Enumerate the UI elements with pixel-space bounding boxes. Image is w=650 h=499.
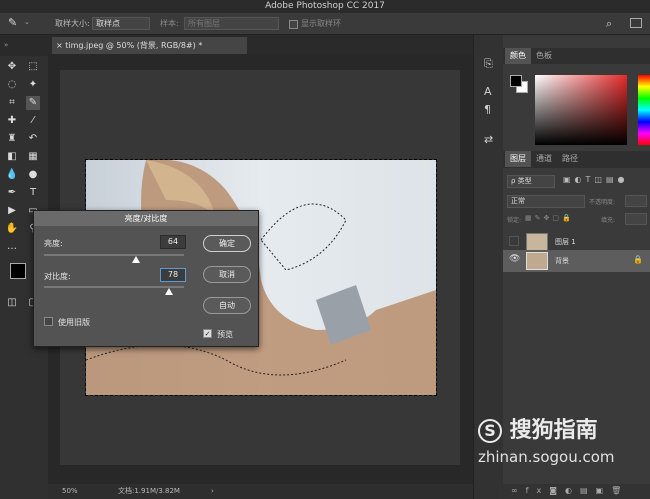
auto-button[interactable]: 自动 bbox=[203, 297, 251, 314]
watermark-url: zhinan.sogou.com bbox=[478, 448, 615, 466]
dialog-title: 亮度/对比度 bbox=[34, 211, 258, 226]
watermark-brand: S 搜狗指南 bbox=[478, 412, 598, 444]
marquee-tool-icon[interactable]: ⬚ bbox=[26, 60, 40, 74]
fill-field[interactable] bbox=[625, 213, 647, 225]
type-tool-icon[interactable]: T bbox=[26, 186, 40, 200]
lock-icons[interactable]: ▦✎✥▢🔒 bbox=[525, 214, 574, 222]
gradient-tool-icon[interactable]: ▦ bbox=[26, 150, 40, 164]
workspace-icon[interactable] bbox=[630, 18, 642, 28]
tool-preset-chevron-icon[interactable]: ⌄ bbox=[24, 18, 30, 26]
adjustments-panel-icon[interactable]: ⇄ bbox=[484, 133, 493, 146]
status-arrow-icon[interactable]: › bbox=[211, 484, 214, 499]
use-legacy-checkbox[interactable] bbox=[44, 317, 53, 326]
paragraph-panel-icon[interactable]: ¶ bbox=[484, 103, 491, 116]
tab-paths[interactable]: 路径 bbox=[557, 151, 583, 167]
collapse-icon[interactable]: » bbox=[4, 41, 8, 49]
contrast-slider[interactable] bbox=[44, 286, 184, 295]
contrast-label: 对比度: bbox=[44, 272, 71, 281]
hand-tool-icon[interactable]: ✋ bbox=[5, 222, 19, 236]
brightness-slider-thumb[interactable] bbox=[132, 256, 141, 263]
tab-channels[interactable]: 通道 bbox=[531, 151, 557, 167]
opacity-field[interactable] bbox=[625, 195, 647, 207]
options-bar: ✎ ⌄ 取样大小: 取样点 样本: 所有图层 显示取样环 ⌕ bbox=[0, 13, 650, 35]
use-legacy-label: 使用旧版 bbox=[58, 318, 90, 327]
layer-filter-icons[interactable]: ▣◐T◫▤● bbox=[563, 175, 629, 184]
quick-mask-icon[interactable]: ◫ bbox=[5, 296, 19, 310]
brightness-contrast-dialog: 亮度/对比度 亮度: 64 对比度: 78 使用旧版 确定 取消 自动 ✓ 预览 bbox=[33, 210, 259, 347]
lock-label: 锁定: bbox=[507, 217, 522, 224]
dodge-tool-icon[interactable]: ● bbox=[26, 168, 40, 182]
character-panel-icon[interactable]: A bbox=[484, 85, 492, 98]
more-tools-icon[interactable]: … bbox=[5, 240, 19, 254]
layer-visibility-toggle[interactable] bbox=[509, 236, 519, 246]
brightness-label: 亮度: bbox=[44, 239, 63, 248]
crop-tool-icon[interactable]: ⌗ bbox=[5, 96, 19, 110]
status-bar: 50% 文档:1.91M/3.82M › bbox=[48, 484, 473, 499]
move-tool-icon[interactable]: ✥ bbox=[5, 60, 19, 74]
blur-tool-icon[interactable]: 💧 bbox=[5, 168, 19, 182]
preview-label: 预览 bbox=[217, 330, 233, 339]
tab-color[interactable]: 颜色 bbox=[505, 48, 531, 64]
eyedropper-tool-icon[interactable]: ✎ bbox=[8, 16, 17, 29]
lasso-tool-icon[interactable]: ◌ bbox=[5, 78, 19, 92]
panel-foreground-swatch[interactable] bbox=[510, 75, 522, 87]
document-tab-bar: × timg.jpeg @ 50% (背景, RGB/8#) * bbox=[48, 35, 473, 54]
toolbar-header: » bbox=[0, 35, 48, 56]
hue-slider[interactable] bbox=[638, 75, 650, 145]
history-brush-icon[interactable]: ↶ bbox=[26, 132, 40, 146]
clone-stamp-icon[interactable]: ♜ bbox=[5, 132, 19, 146]
layer-name: 图层 1 bbox=[555, 238, 576, 246]
eraser-tool-icon[interactable]: ◧ bbox=[5, 150, 19, 164]
history-panel-icon[interactable]: ⎘ bbox=[484, 57, 493, 71]
sample-select[interactable]: 所有图层 bbox=[184, 17, 279, 30]
app-title: Adobe Photoshop CC 2017 bbox=[265, 1, 385, 11]
color-panel-tabs: 颜色 色板 bbox=[503, 48, 650, 64]
magic-wand-tool-icon[interactable]: ✦ bbox=[26, 78, 40, 92]
opacity-label: 不透明度: bbox=[589, 199, 616, 206]
layer-filter-select[interactable]: ρ 类型 bbox=[507, 175, 555, 188]
pen-tool-icon[interactable]: ✒ bbox=[5, 186, 19, 200]
sample-label: 样本: bbox=[160, 19, 179, 28]
layer-row-background[interactable]: 👁 背景 🔒 bbox=[503, 250, 650, 272]
sample-size-select[interactable]: 取样点 bbox=[92, 17, 150, 30]
layers-footer: ∞fx◙◐▤▣🗑 bbox=[503, 484, 650, 499]
blend-mode-select[interactable]: 正常 bbox=[507, 195, 585, 208]
eyedropper-icon[interactable]: ✎ bbox=[26, 96, 40, 110]
sogou-logo-icon: S bbox=[478, 419, 502, 443]
foreground-color-swatch[interactable] bbox=[10, 263, 26, 279]
color-picker-field[interactable] bbox=[535, 75, 627, 145]
tab-layers[interactable]: 图层 bbox=[505, 151, 531, 167]
lock-icon: 🔒 bbox=[633, 255, 643, 264]
show-sampling-ring-checkbox[interactable] bbox=[289, 20, 298, 29]
contrast-slider-thumb[interactable] bbox=[164, 288, 173, 295]
eye-icon[interactable]: 👁 bbox=[509, 254, 520, 264]
zoom-level[interactable]: 50% bbox=[62, 484, 78, 499]
tab-swatches[interactable]: 色板 bbox=[531, 48, 557, 64]
fill-label: 填充: bbox=[601, 217, 616, 224]
watermark-brand-text: 搜狗指南 bbox=[509, 418, 598, 443]
layers-panel-tabs: 图层 通道 路径 bbox=[503, 151, 650, 168]
show-sampling-ring-label: 显示取样环 bbox=[301, 19, 341, 28]
preview-checkbox[interactable]: ✓ bbox=[203, 329, 212, 338]
path-selection-icon[interactable]: ▶ bbox=[5, 204, 19, 218]
layer-actions-icons[interactable]: ∞fx◙◐▤▣🗑 bbox=[511, 486, 629, 495]
healing-brush-icon[interactable]: ✚ bbox=[5, 114, 19, 128]
layer-name: 背景 bbox=[555, 257, 569, 265]
contrast-value-field[interactable]: 78 bbox=[160, 268, 186, 282]
document-info: 文档:1.91M/3.82M bbox=[118, 487, 180, 495]
search-icon[interactable]: ⌕ bbox=[606, 17, 612, 31]
document-tab[interactable]: × timg.jpeg @ 50% (背景, RGB/8#) * bbox=[52, 37, 247, 54]
ok-button[interactable]: 确定 bbox=[203, 235, 251, 252]
app-title-bar: Adobe Photoshop CC 2017 bbox=[0, 0, 650, 13]
close-tab-icon[interactable]: × bbox=[56, 41, 65, 50]
brightness-value-field[interactable]: 64 bbox=[160, 235, 186, 249]
layer-thumbnail bbox=[526, 233, 548, 251]
document-tab-label: timg.jpeg @ 50% (背景, RGB/8#) * bbox=[65, 41, 203, 50]
sample-size-label: 取样大小: bbox=[55, 19, 90, 28]
brush-tool-icon[interactable]: ⁄ bbox=[26, 114, 40, 128]
layer-thumbnail bbox=[526, 252, 548, 270]
cancel-button[interactable]: 取消 bbox=[203, 266, 251, 283]
brightness-slider[interactable] bbox=[44, 254, 184, 263]
